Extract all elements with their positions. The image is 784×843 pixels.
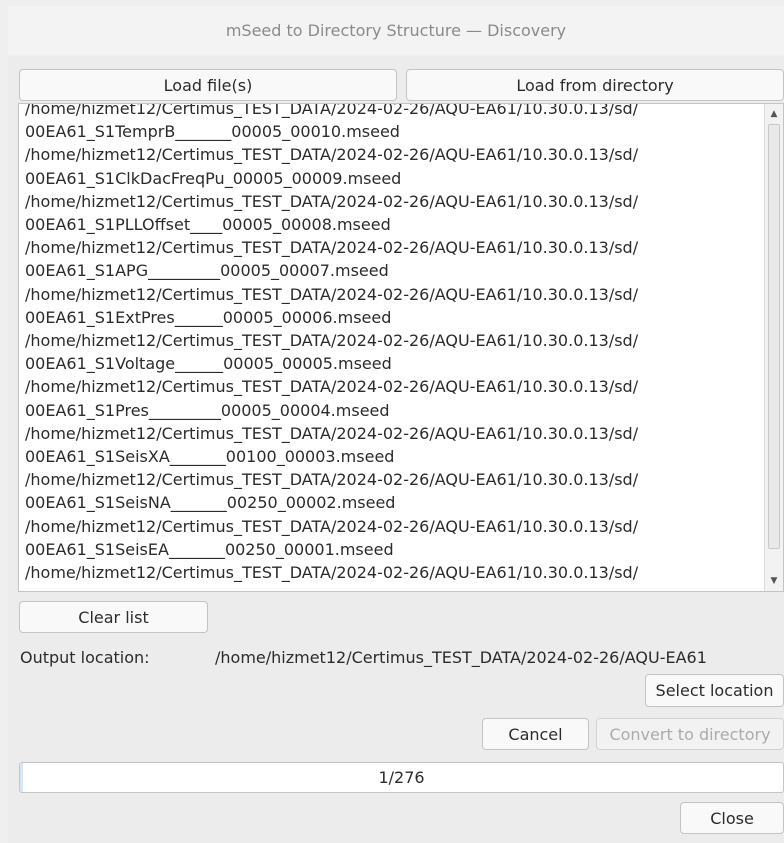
list-item-path: /home/hizmet12/Certimus_TEST_DATA/2024-0… <box>25 331 639 351</box>
window-title: mSeed to Directory Structure — Discovery <box>225 21 567 40</box>
list-item[interactable]: /home/hizmet12/Certimus_TEST_DATA/2024-0… <box>25 468 761 514</box>
list-item-filename: 00EA61_S1TemprB_______00005_00010.mseed <box>25 122 400 142</box>
list-item-path: /home/hizmet12/Certimus_TEST_DATA/2024-0… <box>25 470 639 490</box>
list-item-path: /home/hizmet12/Certimus_TEST_DATA/2024-0… <box>25 377 639 397</box>
clear-list-button[interactable]: Clear list <box>19 601 208 633</box>
scrollbar-thumb[interactable] <box>768 124 780 549</box>
list-item-path: /home/hizmet12/Certimus_TEST_DATA/2024-0… <box>25 191 639 211</box>
list-item-filename: 00EA61_S1ClkDacFreqPu_00005_00009.mseed <box>25 168 402 188</box>
progress-bar: 1/276 <box>19 762 784 793</box>
list-item[interactable]: /home/hizmet12/Certimus_TEST_DATA/2024-0… <box>25 143 761 189</box>
close-button[interactable]: Close <box>680 802 784 834</box>
list-item[interactable]: /home/hizmet12/Certimus_TEST_DATA/2024-0… <box>25 103 761 143</box>
list-item[interactable]: /home/hizmet12/Certimus_TEST_DATA/2024-0… <box>25 190 761 236</box>
list-item-path: /home/hizmet12/Certimus_TEST_DATA/2024-0… <box>25 284 639 304</box>
cancel-button[interactable]: Cancel <box>482 718 589 750</box>
list-item[interactable]: /home/hizmet12/Certimus_TEST_DATA/2024-0… <box>25 515 761 561</box>
output-location-label: Output location: <box>20 648 150 667</box>
output-location-value: /home/hizmet12/Certimus_TEST_DATA/2024-0… <box>215 648 707 667</box>
load-files-button[interactable]: Load file(s) <box>19 69 397 101</box>
list-item-filename: 00EA61_S1ExtPres______00005_00006.mseed <box>25 307 392 327</box>
list-item-path: /home/hizmet12/Certimus_TEST_DATA/2024-0… <box>25 563 639 583</box>
file-list[interactable]: /home/hizmet12/Certimus_TEST_DATA/2024-0… <box>18 103 784 592</box>
progress-fill <box>20 763 23 792</box>
load-from-directory-button[interactable]: Load from directory <box>406 69 784 101</box>
convert-to-directory-button[interactable]: Convert to directory <box>596 718 784 750</box>
list-item[interactable]: /home/hizmet12/Certimus_TEST_DATA/2024-0… <box>25 283 761 329</box>
list-item-path: /home/hizmet12/Certimus_TEST_DATA/2024-0… <box>25 423 639 443</box>
list-item-filename: 00EA61_S1SeisXA_______00100_00003.mseed <box>25 447 395 467</box>
list-item-filename: 00EA61_S1Pres_________00005_00004.mseed <box>25 400 390 420</box>
list-item[interactable]: /home/hizmet12/Certimus_TEST_DATA/2024-0… <box>25 422 761 468</box>
list-item-filename: 00EA61_S1Voltage______00005_00005.mseed <box>25 354 392 374</box>
list-item-path: /home/hizmet12/Certimus_TEST_DATA/2024-0… <box>25 145 639 165</box>
list-item[interactable]: /home/hizmet12/Certimus_TEST_DATA/2024-0… <box>25 561 761 584</box>
arrow-down-icon[interactable]: ▼ <box>765 573 783 589</box>
list-item-path: /home/hizmet12/Certimus_TEST_DATA/2024-0… <box>25 238 639 258</box>
file-list-items: /home/hizmet12/Certimus_TEST_DATA/2024-0… <box>25 103 761 584</box>
list-item[interactable]: /home/hizmet12/Certimus_TEST_DATA/2024-0… <box>25 329 761 375</box>
arrow-up-icon[interactable]: ▲ <box>765 106 783 122</box>
select-location-button[interactable]: Select location <box>645 674 784 707</box>
list-item-filename: 00EA61_S1PLLOffset____00005_00008.mseed <box>25 215 391 235</box>
list-item[interactable]: /home/hizmet12/Certimus_TEST_DATA/2024-0… <box>25 236 761 282</box>
list-item-filename: 00EA61_S1APG_________00005_00007.mseed <box>25 261 389 281</box>
list-item-path: /home/hizmet12/Certimus_TEST_DATA/2024-0… <box>25 516 639 536</box>
list-item-path: /home/hizmet12/Certimus_TEST_DATA/2024-0… <box>25 103 639 118</box>
dialog-content: Load file(s) Load from directory /home/h… <box>8 56 784 843</box>
window-titlebar: mSeed to Directory Structure — Discovery <box>8 6 784 55</box>
progress-text: 1/276 <box>378 768 425 787</box>
list-item-filename: 00EA61_S1SeisNA_______00250_00002.mseed <box>25 493 396 513</box>
list-item[interactable]: /home/hizmet12/Certimus_TEST_DATA/2024-0… <box>25 375 761 421</box>
list-item-filename: 00EA61_S1SeisEA_______00250_00001.mseed <box>25 539 394 559</box>
file-list-scrollbar[interactable]: ▲ ▼ <box>764 104 783 591</box>
